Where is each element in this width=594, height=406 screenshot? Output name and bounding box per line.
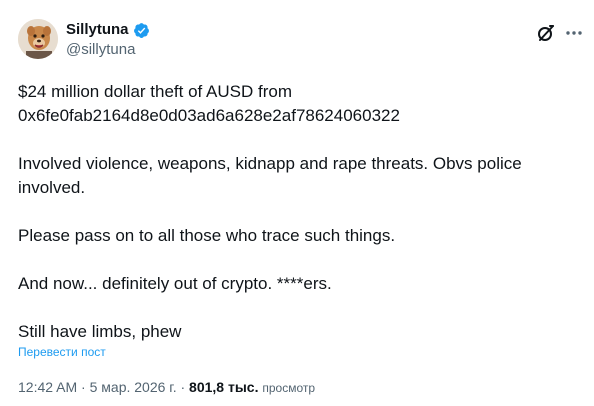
author-display-name[interactable]: Sillytuna [66,21,129,39]
tweet-line: Still have limbs, phew [18,322,182,341]
translate-post-link[interactable]: Перевести пост [18,344,106,360]
tweet-line: And now... definitely out of crypto. ***… [18,274,332,293]
verified-badge-icon [133,22,150,39]
avatar-image [18,19,58,59]
tweet-line: 0x6fe0fab2164d8e0d03ad6a628e2af786240603… [18,106,400,125]
meta-separator: · [180,379,186,395]
meta-separator: · [81,379,86,395]
views-label: просмотр [262,381,316,395]
tweet-text: $24 million dollar theft of AUSD from 0x… [18,80,578,344]
tweet-time[interactable]: 12:42 AM [18,379,77,395]
author-handle[interactable]: @sillytuna [66,41,135,59]
avatar[interactable] [18,19,58,59]
author-name-row[interactable]: Sillytuna [66,21,150,39]
tweet-line: Involved violence, weapons, kidnapp and … [18,154,522,173]
more-options-icon[interactable] [564,24,584,42]
tweet-line: Please pass on to all those who trace su… [18,226,396,245]
tweet-line: $24 million dollar theft of AUSD from [18,82,293,101]
tweet-date[interactable]: 5 мар. 2026 г. [90,379,177,395]
grok-icon[interactable] [536,23,556,43]
tweet-line: involved. [18,178,86,197]
views-count[interactable]: 801,8 тыс. [189,379,258,395]
tweet-meta: 12:42 AM · 5 мар. 2026 г. · 801,8 тыс. п… [18,378,315,397]
